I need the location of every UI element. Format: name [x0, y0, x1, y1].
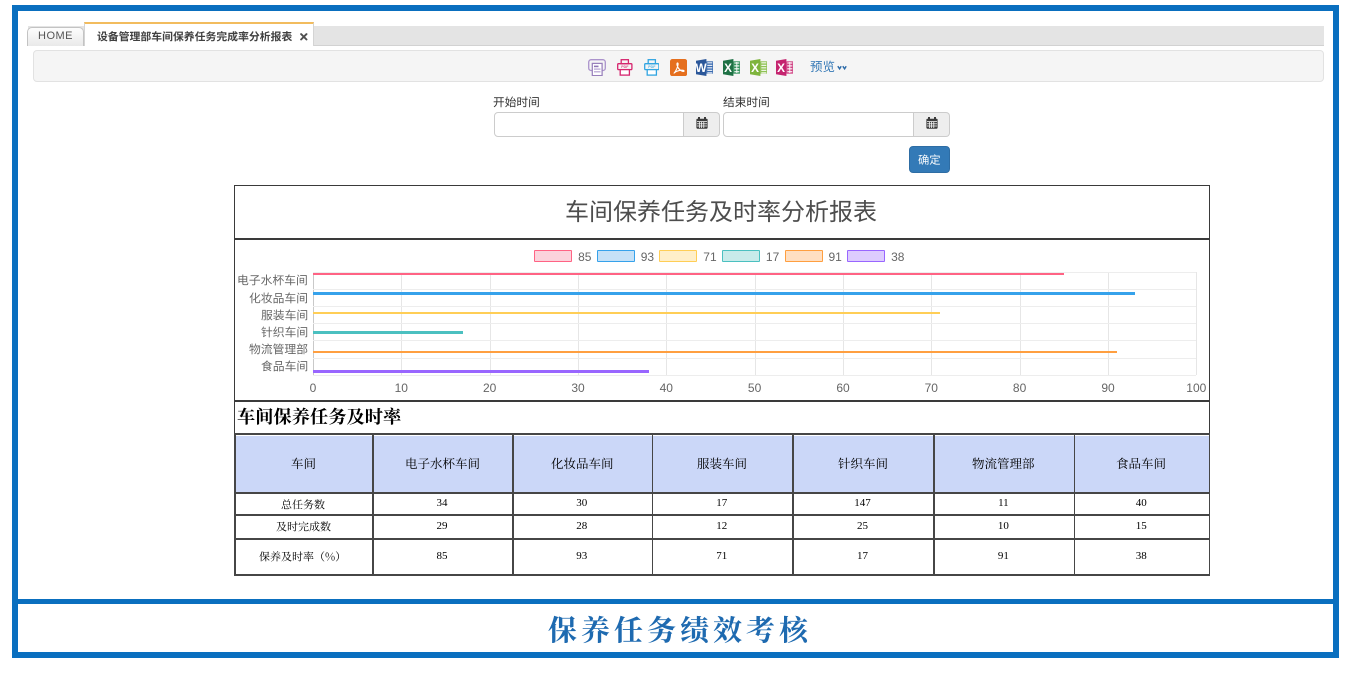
svg-text:X: X [777, 61, 785, 74]
svg-text:X: X [724, 61, 732, 74]
svg-text:PDF: PDF [648, 65, 656, 69]
svg-text:W: W [696, 61, 708, 74]
svg-text:PDF: PDF [621, 65, 629, 69]
svg-text:X: X [751, 61, 759, 74]
